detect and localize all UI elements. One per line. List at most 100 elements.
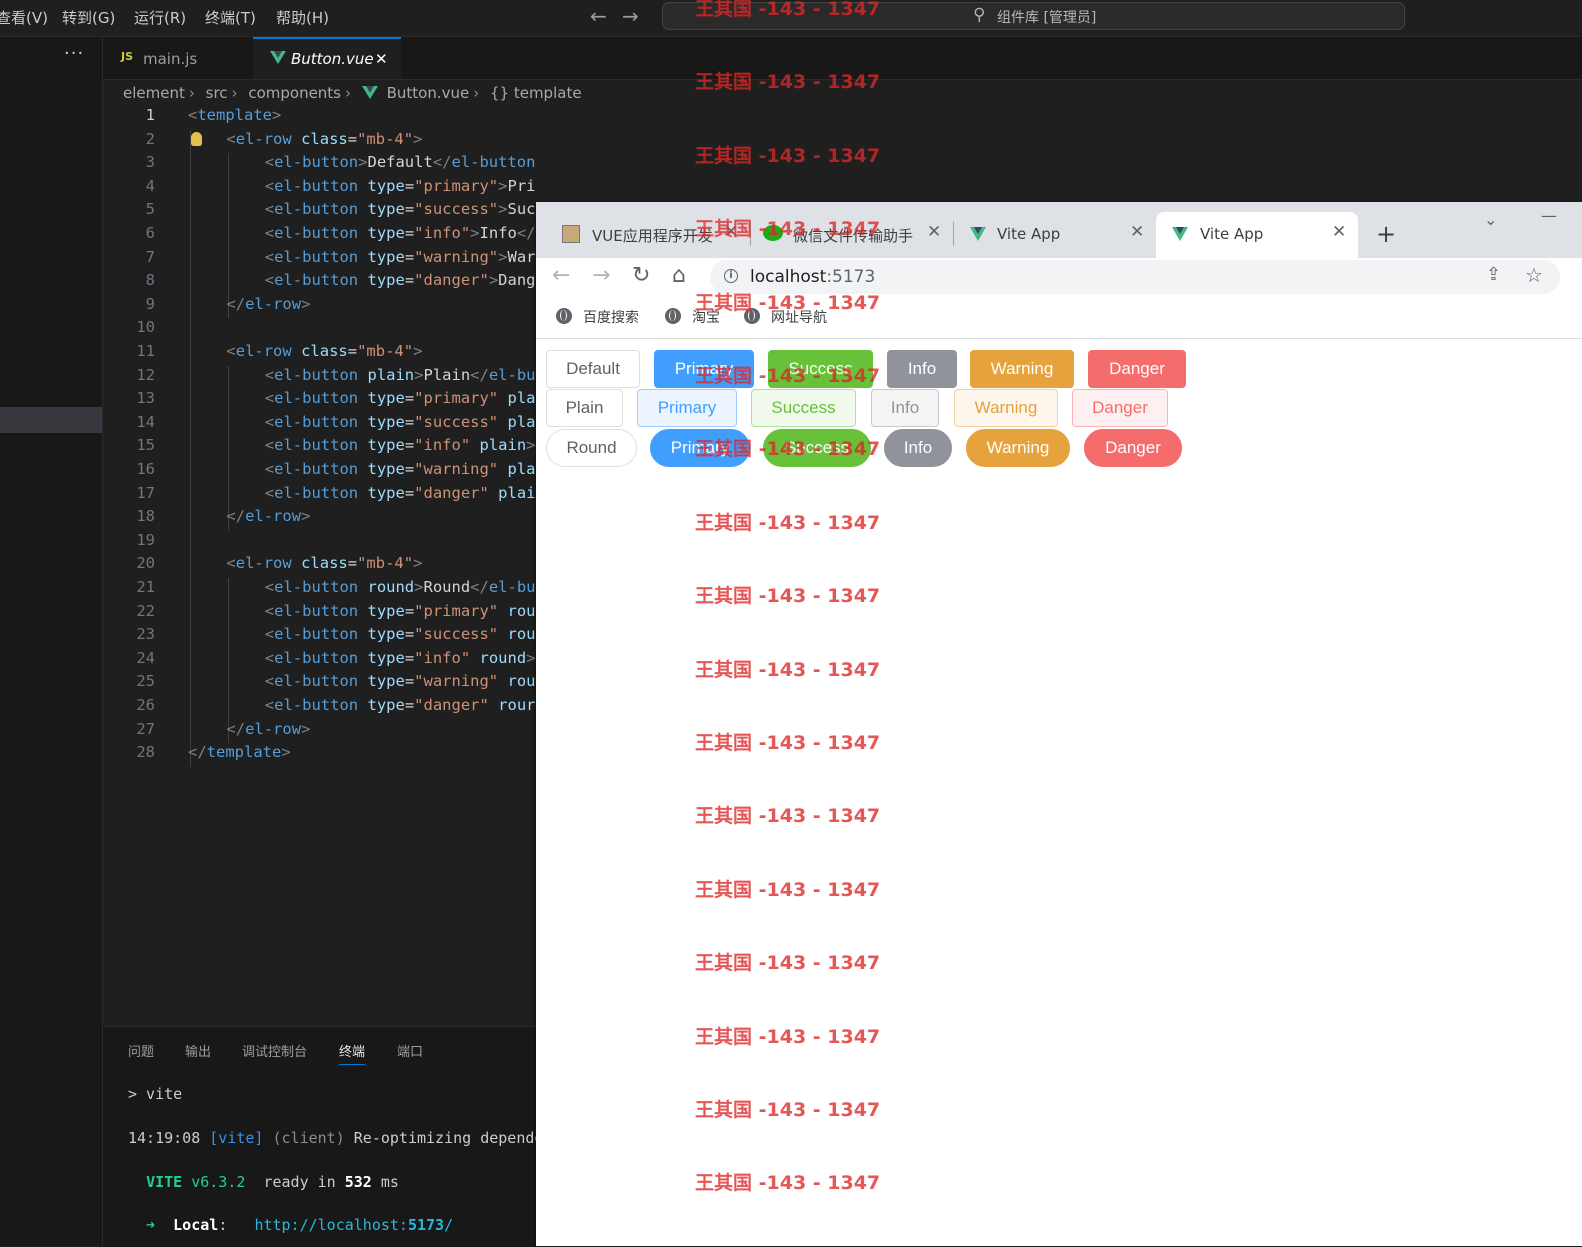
warning-button[interactable]: Warning: [954, 389, 1058, 427]
info-button[interactable]: Info: [884, 429, 952, 467]
line-number: 1: [145, 106, 155, 124]
code-text: <el-button type="warning" pla: [264, 460, 536, 478]
success-button[interactable]: Success: [763, 429, 871, 467]
indent-guide: [228, 365, 230, 531]
code-editor[interactable]: 1 <template> 2 <el-row class="mb-4"> 3 <el-bu…: [103, 106, 536, 1026]
browser-tab-vite-app[interactable]: Vite App ✕: [954, 212, 1156, 258]
chevron-right-icon: ›: [345, 84, 352, 102]
terminal-line: 14:19:08 [vite] (client) Re-optimizing d…: [128, 1129, 544, 1147]
panel-tab-debug-console[interactable]: 调试控制台: [242, 1041, 307, 1060]
forward-arrow-icon[interactable]: →: [622, 4, 639, 28]
minimize-icon[interactable]: —: [1541, 206, 1557, 225]
panel-tab-problems[interactable]: 问题: [128, 1041, 154, 1060]
code-text: <el-button type="warning" rou: [264, 672, 536, 691]
code-text: </template>: [188, 743, 291, 762]
menu-terminal[interactable]: 终端(T): [205, 7, 256, 28]
tab-search-chevron-icon[interactable]: ⌄: [1484, 210, 1497, 229]
app-favicon-icon: [562, 225, 580, 243]
close-icon[interactable]: ✕: [375, 50, 388, 68]
menu-go[interactable]: 转到(G): [62, 7, 115, 28]
command-center[interactable]: ⚲ 组件库 [管理员]: [662, 2, 1405, 30]
browser-tab-vite-app-active[interactable]: Vite App ✕: [1156, 212, 1358, 258]
browser-tab-vue-dev[interactable]: VUE应用程序开发 ✕: [550, 212, 751, 258]
line-number: 5: [145, 200, 155, 219]
reload-icon[interactable]: ↻: [632, 263, 650, 288]
activity-bar: ···: [0, 37, 103, 1246]
panel-tab-terminal[interactable]: 终端: [339, 1041, 366, 1065]
code-text: <el-button type="info">Info</: [264, 224, 536, 242]
menu-run[interactable]: 运行(R): [134, 7, 186, 28]
round-button[interactable]: Round: [546, 429, 637, 467]
close-icon[interactable]: ✕: [1130, 222, 1144, 242]
wechat-icon: [763, 225, 783, 241]
primary-button[interactable]: Primary: [637, 389, 737, 427]
breadcrumb-item[interactable]: Button.vue: [387, 84, 470, 102]
code-text: <el-button type="danger" rour: [264, 696, 536, 714]
success-button[interactable]: Success: [768, 350, 873, 388]
tab-button-vue[interactable]: Button.vue ✕: [253, 37, 401, 79]
vue-file-icon: [361, 86, 378, 99]
code-text: <el-row class="mb-4">: [226, 129, 423, 148]
line-number: 24: [136, 648, 155, 667]
browser-tab-title: Vite App: [1200, 225, 1264, 243]
warning-button[interactable]: Warning: [970, 350, 1074, 388]
forward-icon[interactable]: →: [592, 263, 610, 288]
title-bar: 查看(V) 转到(G) 运行(R) 终端(T) 帮助(H) ← → ⚲ 组件库 …: [0, 0, 1582, 37]
close-icon[interactable]: ✕: [724, 222, 738, 242]
close-icon[interactable]: ✕: [1332, 222, 1346, 242]
browser-tab-wechat[interactable]: 微信文件传输助手 ✕: [751, 212, 954, 258]
bookmark-taobao[interactable]: 淘宝: [692, 307, 720, 327]
more-actions-icon[interactable]: ···: [64, 43, 84, 64]
menu-help[interactable]: 帮助(H): [276, 7, 329, 28]
code-text: <el-button>Default</el-button>: [264, 153, 536, 172]
watermark-text: 王其国 -143 - 1347: [695, 144, 881, 167]
globe-icon: [556, 308, 572, 324]
share-icon[interactable]: ⇪: [1486, 264, 1501, 285]
home-icon[interactable]: ⌂: [672, 263, 686, 288]
panel-tab-ports[interactable]: 端口: [397, 1041, 423, 1060]
indent-guide: [228, 578, 230, 744]
line-number: 18: [136, 507, 155, 526]
back-arrow-icon[interactable]: ←: [590, 4, 607, 28]
line-number: 10: [136, 318, 155, 337]
bookmark-baidu[interactable]: 百度搜索: [583, 307, 639, 327]
menu-view[interactable]: 查看(V): [0, 7, 48, 28]
warning-button[interactable]: Warning: [966, 429, 1070, 467]
line-number: 3: [145, 153, 155, 172]
line-number: 19: [136, 530, 155, 549]
breadcrumb-item[interactable]: src: [206, 84, 228, 102]
line-number: 12: [136, 365, 155, 384]
back-icon[interactable]: ←: [552, 263, 570, 288]
breadcrumb-item[interactable]: components: [248, 84, 341, 102]
breadcrumb-item[interactable]: {} template: [490, 84, 582, 102]
code-text: <el-row class="mb-4">: [226, 554, 423, 573]
success-button[interactable]: Success: [751, 389, 856, 427]
address-bar[interactable]: i localhost:5173 ⇪ ☆: [710, 260, 1560, 294]
line-number: 7: [145, 247, 155, 266]
plain-button[interactable]: Plain: [546, 389, 623, 427]
site-info-icon[interactable]: i: [724, 269, 738, 283]
new-tab-button[interactable]: +: [1376, 220, 1396, 248]
lightbulb-icon[interactable]: [191, 131, 202, 146]
info-button[interactable]: Info: [871, 389, 939, 427]
bookmark-star-icon[interactable]: ☆: [1525, 263, 1543, 287]
tab-main-js[interactable]: JS main.js: [103, 37, 254, 79]
code-text: <el-button type="primary">Primary</el-bu…: [264, 176, 536, 195]
page-viewport: Default Primary Success Info Warning Danger Pl…: [536, 339, 1582, 1246]
default-button[interactable]: Default: [546, 350, 640, 388]
browser-toolbar: ← → ↻ ⌂ i localhost:5173 ⇪ ☆: [536, 258, 1582, 298]
code-text: <template>: [188, 106, 282, 124]
close-icon[interactable]: ✕: [927, 222, 941, 242]
danger-button[interactable]: Danger: [1088, 350, 1186, 388]
info-button[interactable]: Info: [887, 350, 957, 388]
code-text: <el-row class="mb-4">: [226, 342, 423, 360]
breadcrumb-item[interactable]: element: [123, 84, 185, 102]
danger-button[interactable]: Danger: [1084, 429, 1182, 467]
primary-button[interactable]: Primary: [654, 350, 754, 388]
primary-button[interactable]: Primary: [650, 429, 750, 467]
panel-tab-output[interactable]: 输出: [185, 1041, 211, 1060]
code-text: <el-button type="primary" pla: [264, 389, 536, 408]
line-number: 8: [145, 271, 155, 290]
bookmark-nav[interactable]: 网址导航: [771, 307, 827, 327]
danger-button[interactable]: Danger: [1072, 389, 1168, 427]
